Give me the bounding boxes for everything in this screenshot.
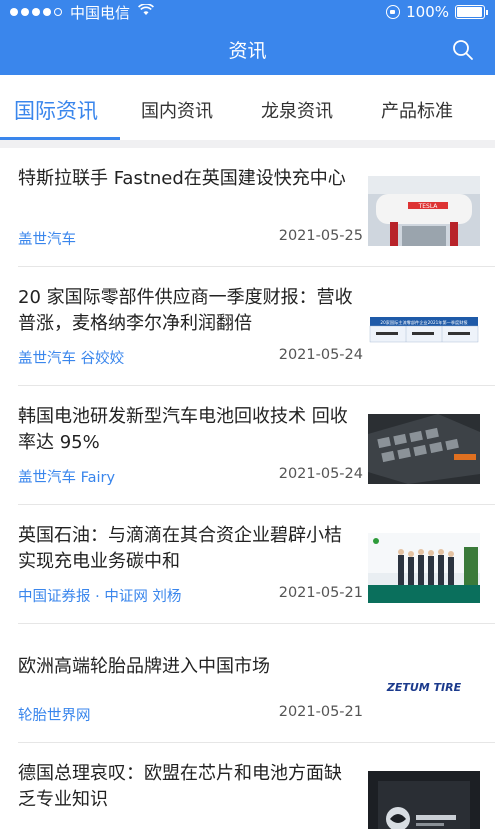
news-item[interactable]: 英国石油：与滴滴在其合资企业碧辟小桔实现充电业务碳中和 中国证券报 · 中证网 …: [18, 505, 495, 624]
news-item[interactable]: 韩国电池研发新型汽车电池回收技术 回收率达 95% 盖世汽车 Fairy 202…: [18, 386, 495, 505]
news-date: 2021-05-24: [278, 347, 363, 363]
news-item[interactable]: 特斯拉联手 Fastned在英国建设快充中心 盖世汽车 2021-05-25 T…: [18, 148, 495, 267]
carrier-name: 中国电信: [70, 3, 131, 22]
news-date: 2021-05-21: [278, 704, 363, 720]
news-date: 2021-05-25: [278, 228, 363, 244]
news-date: 2021-05-24: [278, 466, 363, 482]
news-thumbnail: [368, 414, 480, 484]
news-list: 特斯拉联手 Fastned在英国建设快充中心 盖世汽车 2021-05-25 T…: [0, 148, 495, 829]
brand-logo-text: ZETUM TIRE: [386, 681, 462, 694]
thumb-header-text: 20家国际主流零部件企业2021年第一季度财报: [380, 319, 468, 326]
news-thumbnail: ZETUM TIRE: [368, 652, 480, 722]
news-source: 盖世汽车 谷姣姣: [18, 351, 125, 367]
news-item[interactable]: 德国总理哀叹：欧盟在芯片和电池方面缺乏专业知识: [18, 743, 495, 829]
news-thumbnail: [368, 533, 480, 603]
news-thumbnail: 20家国际主流零部件企业2021年第一季度财报: [368, 295, 480, 365]
news-thumbnail: [368, 771, 480, 829]
signal-strength-icon: [10, 8, 62, 16]
wifi-icon: [138, 3, 154, 20]
battery-icon: [455, 5, 488, 19]
category-tabs: 国际资讯 国内资讯 龙泉资讯 产品标准: [0, 75, 495, 141]
thumb-logo-text: TESLA: [418, 203, 439, 210]
divider: [0, 140, 495, 148]
news-title: 韩国电池研发新型汽车电池回收技术 回收率达 95%: [18, 406, 348, 453]
news-item[interactable]: 20 家国际零部件供应商一季度财报：营收普涨，麦格纳李尔净利润翻倍 盖世汽车 谷…: [18, 267, 495, 386]
news-thumbnail: TESLA: [368, 176, 480, 246]
nav-bar: 资讯: [0, 24, 495, 75]
tab-longquan[interactable]: 龙泉资讯: [261, 97, 333, 123]
search-button[interactable]: [451, 38, 475, 62]
news-source: 盖世汽车 Fairy: [18, 470, 116, 486]
page-title: 资讯: [228, 40, 267, 62]
news-title: 德国总理哀叹：欧盟在芯片和电池方面缺乏专业知识: [18, 763, 342, 810]
news-title: 英国石油：与滴滴在其合资企业碧辟小桔实现充电业务碳中和: [18, 525, 342, 572]
status-bar: 中国电信 100%: [0, 0, 495, 24]
news-title: 20 家国际零部件供应商一季度财报：营收普涨，麦格纳李尔净利润翻倍: [18, 287, 353, 334]
tab-product-standards[interactable]: 产品标准: [381, 97, 453, 123]
news-title: 特斯拉联手 Fastned在英国建设快充中心: [18, 168, 346, 189]
news-source: 中国证券报 · 中证网 刘杨: [18, 589, 182, 605]
battery-percent: 100%: [406, 3, 449, 21]
news-source: 盖世汽车: [18, 232, 76, 248]
tab-international[interactable]: 国际资讯: [14, 95, 98, 125]
news-title: 欧洲高端轮胎品牌进入中国市场: [18, 656, 270, 677]
search-icon: [453, 40, 473, 60]
news-item[interactable]: 欧洲高端轮胎品牌进入中国市场 轮胎世界网 2021-05-21 ZETUM TI…: [18, 624, 495, 743]
tab-domestic[interactable]: 国内资讯: [141, 97, 213, 123]
orientation-lock-icon: [386, 5, 401, 19]
news-source: 轮胎世界网: [18, 708, 91, 724]
news-date: 2021-05-21: [278, 585, 363, 601]
